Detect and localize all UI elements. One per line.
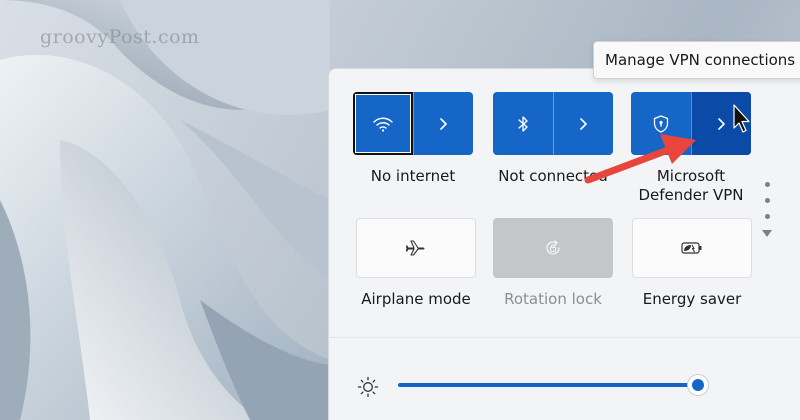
- rotation-lock-tile: Rotation lock: [493, 218, 613, 313]
- brightness-icon: [357, 376, 379, 398]
- airplane-tile: Airplane mode: [356, 218, 476, 313]
- vpn-tile: Microsoft Defender VPN: [631, 92, 751, 207]
- wifi-toggle-button[interactable]: [353, 92, 413, 155]
- bluetooth-toggle-button[interactable]: [493, 92, 553, 155]
- bluetooth-expand-button[interactable]: [552, 92, 614, 155]
- vpn-expand-button[interactable]: [690, 92, 751, 155]
- bluetooth-label: Not connected: [498, 167, 608, 185]
- vpn-tooltip: Manage VPN connections: [593, 41, 800, 79]
- wifi-label: No internet: [370, 167, 456, 185]
- bluetooth-icon: [518, 115, 528, 132]
- energy-saver-label: Energy saver: [642, 290, 742, 308]
- bluetooth-tile: Not connected: [493, 92, 613, 192]
- chevron-right-icon: [718, 117, 726, 130]
- energy-saver-tile: Energy saver: [632, 218, 752, 313]
- vpn-label-line2: Defender VPN: [638, 186, 744, 204]
- rotation-lock-label: Rotation lock: [504, 290, 602, 308]
- vpn-label-line1: Microsoft: [656, 167, 726, 185]
- triangle-down-icon: [762, 230, 772, 237]
- page-dot: [764, 198, 770, 203]
- shield-lock-icon: [653, 114, 668, 133]
- wifi-tile: No internet: [353, 92, 473, 192]
- airplane-label: Airplane mode: [361, 290, 471, 308]
- energy-saver-toggle-button[interactable]: [632, 218, 752, 278]
- brightness-slider-fill: [398, 383, 698, 387]
- vpn-toggle-button[interactable]: [631, 92, 691, 155]
- energy-saver-icon: [681, 242, 702, 254]
- airplane-toggle-button[interactable]: [356, 218, 476, 278]
- page-indicator[interactable]: [762, 182, 772, 237]
- brightness-slider-thumb-core: [692, 379, 704, 391]
- wifi-toggle-group: [353, 92, 473, 155]
- rotation-lock-icon: [546, 240, 560, 255]
- wifi-expand-button[interactable]: [412, 92, 474, 155]
- page-dot: [764, 182, 770, 187]
- page-dot: [764, 214, 770, 219]
- brightness-slider-track[interactable]: [398, 383, 698, 387]
- chevron-right-icon: [580, 117, 588, 130]
- airplane-icon: [406, 240, 425, 256]
- brightness-slider-thumb[interactable]: [687, 374, 709, 396]
- wifi-icon: [373, 117, 393, 132]
- vpn-toggle-group: [631, 92, 751, 155]
- bluetooth-toggle-group: [493, 92, 613, 155]
- chevron-right-icon: [440, 117, 448, 130]
- watermark-text: groovyPost.com: [40, 26, 200, 48]
- rotation-lock-toggle-button[interactable]: [493, 218, 613, 278]
- panel-divider: [328, 337, 800, 338]
